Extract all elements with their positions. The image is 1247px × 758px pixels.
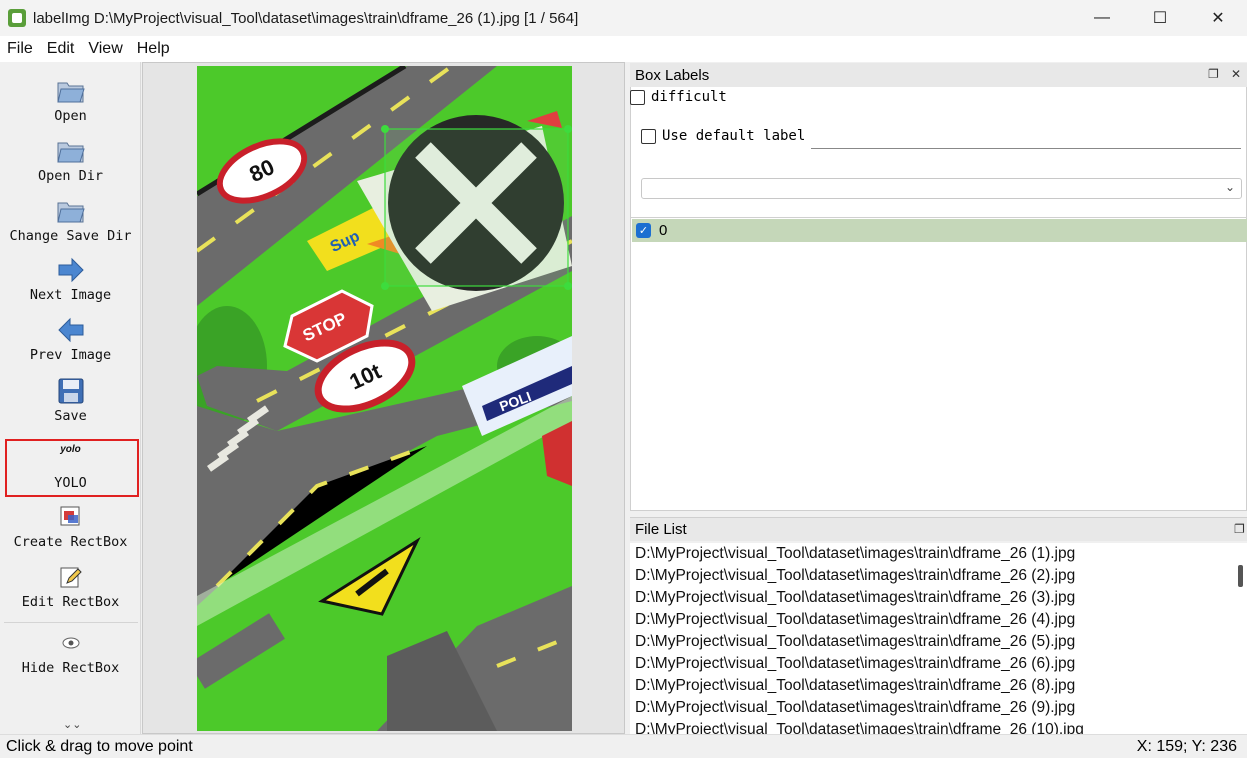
check-icon[interactable]: ✓ — [636, 223, 651, 238]
file-list-header: File List ❐ — [630, 517, 1247, 541]
arrow-left-icon — [55, 315, 87, 345]
folder-open-icon — [55, 196, 87, 226]
title-bar: labelImg D:\MyProject\visual_Tool\datase… — [0, 0, 1247, 36]
yolo-icon: yolo — [60, 444, 81, 455]
labelimg-window: labelImg D:\MyProject\visual_Tool\datase… — [0, 0, 1247, 758]
floppy-disk-icon — [55, 376, 87, 406]
cursor-coordinates: X: 159; Y: 236 — [1136, 737, 1237, 755]
file-list-item[interactable]: D:\MyProject\visual_Tool\dataset\images\… — [630, 719, 1247, 734]
next-image-label: Next Image — [29, 287, 112, 303]
change-save-dir-label: Change Save Dir — [9, 228, 132, 244]
create-rect-icon — [55, 502, 87, 532]
hide-rectbox-button[interactable]: Hide RectBox — [0, 628, 141, 676]
menu-help[interactable]: Help — [130, 40, 177, 58]
bounding-box[interactable] — [384, 128, 569, 287]
open-label: Open — [54, 108, 87, 124]
menu-bar: File Edit View Help — [0, 36, 1247, 62]
default-label-row: Use default label — [641, 128, 805, 144]
next-image-button[interactable]: Next Image — [0, 255, 141, 303]
edit-pencil-icon — [55, 562, 87, 592]
file-list-item[interactable]: D:\MyProject\visual_Tool\dataset\images\… — [630, 653, 1247, 675]
default-label-input[interactable] — [811, 125, 1241, 149]
app-icon — [8, 9, 26, 27]
bbox-handle[interactable] — [381, 125, 389, 133]
file-list-title: File List — [635, 521, 687, 538]
divider — [630, 217, 1247, 218]
file-list-item[interactable]: D:\MyProject\visual_Tool\dataset\images\… — [630, 697, 1247, 719]
file-list-item[interactable]: D:\MyProject\visual_Tool\dataset\images\… — [630, 587, 1247, 609]
file-list: D:\MyProject\visual_Tool\dataset\images\… — [630, 543, 1247, 734]
toolbar-divider — [4, 622, 138, 623]
menu-file[interactable]: File — [0, 40, 40, 58]
annotated-image[interactable]: 80 Sup STOP 10t POLI — [197, 66, 572, 731]
save-label: Save — [54, 408, 87, 424]
arrow-right-icon — [55, 255, 87, 285]
bbox-handle[interactable] — [564, 125, 572, 133]
yolo-label: YOLO — [54, 475, 87, 491]
eye-icon — [55, 628, 87, 658]
hide-rectbox-label: Hide RectBox — [21, 660, 120, 676]
use-default-label-checkbox[interactable] — [641, 128, 656, 144]
edit-rectbox-button[interactable]: Edit RectBox — [0, 562, 141, 610]
file-list-item[interactable]: D:\MyProject\visual_Tool\dataset\images\… — [630, 675, 1247, 697]
label-list-item[interactable]: ✓ 0 — [632, 219, 1247, 242]
yolo-format-button[interactable]: yolo YOLO — [0, 443, 141, 491]
bbox-handle[interactable] — [381, 282, 389, 290]
float-dock-icon[interactable]: ❐ — [1234, 522, 1245, 536]
prev-image-button[interactable]: Prev Image — [0, 315, 141, 363]
window-title: labelImg D:\MyProject\visual_Tool\datase… — [33, 9, 579, 27]
file-list-item[interactable]: D:\MyProject\visual_Tool\dataset\images\… — [630, 565, 1247, 587]
chevron-down-icon: ⌄ — [1224, 180, 1235, 194]
image-canvas[interactable]: 80 Sup STOP 10t POLI — [142, 62, 625, 734]
difficult-label: difficult — [651, 89, 727, 105]
menu-view[interactable]: View — [81, 40, 129, 58]
menu-edit[interactable]: Edit — [40, 40, 82, 58]
box-labels-header: Box Labels ❐ ✕ — [630, 63, 1247, 87]
save-button[interactable]: Save — [0, 376, 141, 424]
file-list-scrollbar[interactable] — [1238, 565, 1243, 587]
edit-rectbox-label: Edit RectBox — [21, 594, 120, 610]
open-button[interactable]: Open — [0, 76, 141, 124]
status-message: Click & drag to move point — [6, 737, 193, 755]
toolbar-more-icon[interactable]: ⌄⌄ — [63, 718, 81, 731]
box-labels-title: Box Labels — [635, 66, 710, 84]
difficult-checkbox[interactable] — [630, 89, 645, 105]
float-dock-icon[interactable]: ❐ — [1208, 67, 1219, 81]
prev-image-label: Prev Image — [29, 347, 112, 363]
file-list-item[interactable]: D:\MyProject\visual_Tool\dataset\images\… — [630, 631, 1247, 653]
label-item-text: 0 — [659, 222, 668, 239]
label-dropdown[interactable]: ⌄ — [641, 178, 1242, 199]
tools-toolbar: Open Open Dir Change Save Dir Next Image… — [0, 62, 141, 734]
create-rectbox-button[interactable]: Create RectBox — [0, 502, 141, 550]
open-dir-button[interactable]: Open Dir — [0, 136, 141, 184]
bbox-handle[interactable] — [564, 282, 572, 290]
folder-open-icon — [55, 136, 87, 166]
file-list-item[interactable]: D:\MyProject\visual_Tool\dataset\images\… — [630, 543, 1247, 565]
status-bar: Click & drag to move point X: 159; Y: 23… — [0, 734, 1247, 758]
folder-open-icon — [55, 76, 87, 106]
create-rectbox-label: Create RectBox — [13, 534, 128, 550]
file-list-item[interactable]: D:\MyProject\visual_Tool\dataset\images\… — [630, 609, 1247, 631]
close-button[interactable]: ✕ — [1189, 0, 1247, 36]
change-save-dir-button[interactable]: Change Save Dir — [0, 196, 141, 244]
close-dock-icon[interactable]: ✕ — [1231, 67, 1241, 81]
maximize-button[interactable]: ☐ — [1131, 0, 1189, 36]
minimize-button[interactable]: — — [1073, 0, 1131, 36]
difficult-row: difficult — [630, 89, 727, 105]
open-dir-label: Open Dir — [37, 168, 104, 184]
use-default-label-label: Use default label — [662, 128, 806, 144]
scene-illustration: 80 Sup STOP 10t POLI — [197, 66, 572, 731]
